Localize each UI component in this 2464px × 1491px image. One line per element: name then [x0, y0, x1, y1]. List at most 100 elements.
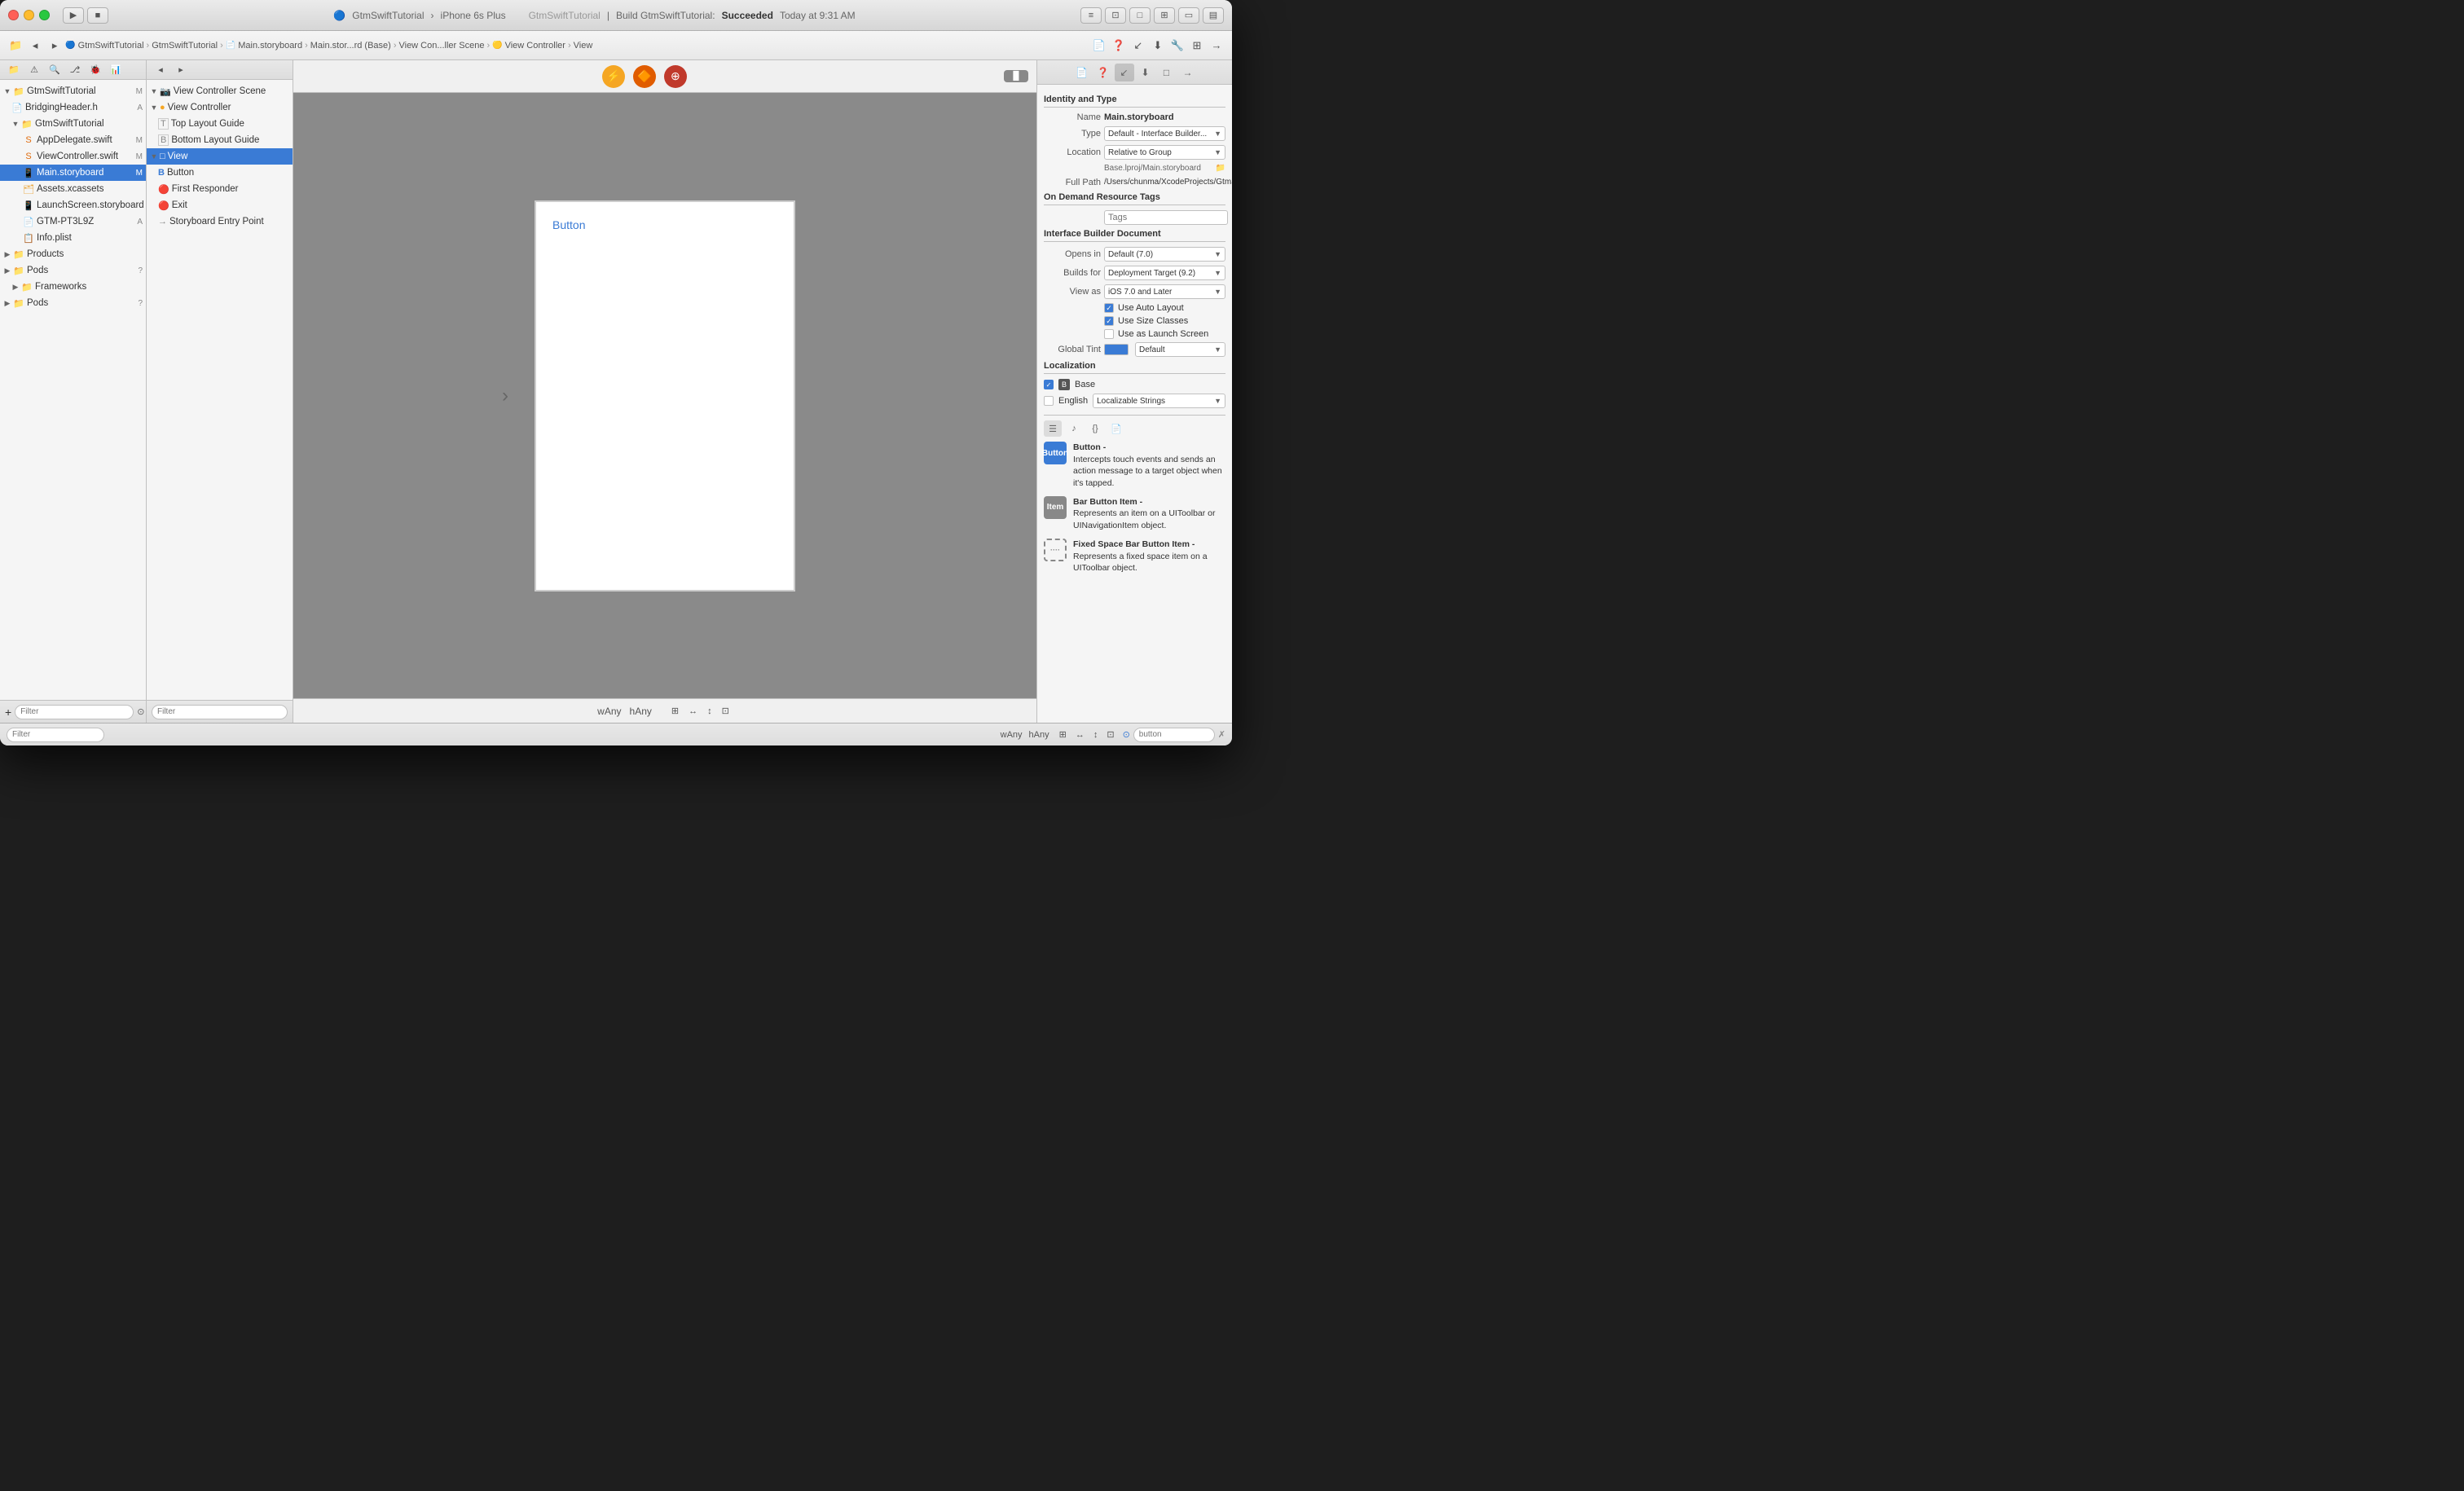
size-btn-4[interactable]: ⊡	[719, 704, 733, 718]
size-toggle-2[interactable]: ↔	[1072, 728, 1088, 741]
tab-identity[interactable]: ↙	[1115, 64, 1134, 81]
inspector-share-btn[interactable]: ↙	[1129, 36, 1147, 55]
bc-item-5[interactable]: View Con...ller Scene	[398, 41, 484, 51]
scene-item-vc[interactable]: ▼ ● View Controller	[147, 99, 293, 116]
auto-layout-checkbox[interactable]: ✓	[1104, 303, 1114, 313]
tab-size[interactable]: □	[1157, 64, 1177, 81]
list-item[interactable]: S ViewController.swift M	[0, 148, 146, 165]
size-btn-1[interactable]: ⊞	[668, 704, 682, 718]
close-button[interactable]	[8, 10, 19, 20]
opens-in-select[interactable]: Default (7.0) ▼	[1104, 247, 1225, 262]
debug-toggle[interactable]: ⊡	[1105, 7, 1126, 24]
file-filter-input[interactable]	[15, 705, 134, 719]
outline-back[interactable]: ◂	[152, 60, 169, 80]
location-select[interactable]: Relative to Group ▼	[1104, 145, 1225, 160]
scene-item-entry[interactable]: → Storyboard Entry Point	[147, 213, 293, 230]
search-clear-icon[interactable]: ✗	[1218, 729, 1225, 740]
outline-forward[interactable]: ▸	[172, 60, 190, 80]
run-button[interactable]: ▶	[63, 7, 84, 24]
builds-for-select[interactable]: Deployment Target (9.2) ▼	[1104, 266, 1225, 280]
nav-icon-report[interactable]: 📊	[107, 60, 125, 80]
list-item[interactable]: ▶ 📁 Pods ?	[0, 295, 146, 311]
launch-screen-checkbox[interactable]	[1104, 329, 1114, 339]
tags-input[interactable]	[1104, 210, 1228, 225]
bc-item-7[interactable]: View	[574, 41, 593, 51]
tab-media[interactable]: ♪	[1065, 420, 1083, 437]
list-item[interactable]: ▶ 📁 Frameworks	[0, 279, 146, 295]
list-item[interactable]: 📄 BridgingHeader.h A	[0, 99, 146, 116]
scene-item-exit[interactable]: 🔴 Exit	[147, 197, 293, 213]
bc-item-3[interactable]: Main.storyboard	[238, 41, 302, 51]
device-name[interactable]: iPhone 6s Plus	[441, 10, 506, 21]
scene-item-view[interactable]: ▼ □ View	[147, 148, 293, 165]
error-icon-btn[interactable]: ⊕	[664, 65, 687, 88]
list-item[interactable]: S AppDelegate.swift M	[0, 132, 146, 148]
canvas-button[interactable]: Button	[552, 218, 585, 231]
bc-item-6[interactable]: View Controller	[505, 41, 565, 51]
tab-connections[interactable]: →	[1178, 64, 1198, 81]
warning-icon-btn[interactable]: ⚡	[602, 65, 625, 88]
scene-item-top-layout[interactable]: T Top Layout Guide	[147, 116, 293, 132]
maximize-button[interactable]	[39, 10, 50, 20]
list-item[interactable]: 🗂 Assets.xcassets	[0, 181, 146, 197]
tab-file[interactable]: 📄	[1072, 64, 1092, 81]
folder-icon[interactable]: 📁	[7, 36, 24, 55]
nav-icon-search[interactable]: 🔍	[46, 60, 64, 80]
tab-obj[interactable]: ☰	[1044, 420, 1062, 437]
list-item[interactable]: ▼ 📁 GtmSwiftTutorial M	[0, 83, 146, 99]
base-checkbox[interactable]: ✓	[1044, 380, 1054, 389]
tab-attributes[interactable]: ⬇	[1136, 64, 1155, 81]
size-btn-3[interactable]: ↕	[704, 704, 715, 718]
size-toggle-1[interactable]: ⊞	[1056, 728, 1070, 741]
settings-icon-btn[interactable]: 🔶	[633, 65, 656, 88]
search-bottom-input[interactable]	[1133, 728, 1215, 742]
list-item[interactable]: ▶ 📁 Pods ?	[0, 262, 146, 279]
tab-files[interactable]: 📄	[1107, 420, 1125, 437]
view-as-select[interactable]: iOS 7.0 and Later ▼	[1104, 284, 1225, 299]
size-toggle-4[interactable]: ⊡	[1103, 728, 1117, 741]
layout-btn3[interactable]: ▤	[1203, 7, 1224, 24]
tab-snippets[interactable]: {}	[1086, 420, 1104, 437]
bc-item-2[interactable]: GtmSwiftTutorial	[152, 41, 218, 51]
size-classes-checkbox[interactable]: ✓	[1104, 316, 1114, 326]
inspector-identity-btn[interactable]: ⬇	[1149, 36, 1167, 55]
english-select[interactable]: Localizable Strings ▼	[1093, 394, 1225, 408]
size-toggle-3[interactable]: ↕	[1090, 728, 1102, 741]
scene-item-button[interactable]: B Button	[147, 165, 293, 181]
bc-item-1[interactable]: GtmSwiftTutorial	[78, 41, 144, 51]
list-item[interactable]: ▶ 📁 Products	[0, 246, 146, 262]
ios-screen[interactable]: Button	[535, 200, 795, 592]
list-item[interactable]: 📱 LaunchScreen.storyboard	[0, 197, 146, 213]
size-btn-2[interactable]: ↔	[685, 704, 701, 718]
scene-item-vc-scene[interactable]: ▼ 📷 View Controller Scene	[147, 83, 293, 99]
stop-button[interactable]: ■	[87, 7, 108, 24]
layout-btn2[interactable]: ▭	[1178, 7, 1199, 24]
inspector-quick-btn[interactable]: ❓	[1110, 36, 1128, 55]
inspector-connect-btn[interactable]: →	[1208, 36, 1225, 55]
list-item[interactable]: 📱 Main.storyboard M	[0, 165, 146, 181]
scene-item-bottom-layout[interactable]: B Bottom Layout Guide	[147, 132, 293, 148]
tint-swatch[interactable]	[1104, 344, 1129, 355]
list-item[interactable]: 📋 Info.plist	[0, 230, 146, 246]
tint-select[interactable]: Default ▼	[1135, 342, 1225, 357]
nav-icon-scm[interactable]: ⎇	[66, 60, 84, 80]
relative-path-btn[interactable]: 📁	[1216, 164, 1225, 173]
nav-icon-warning[interactable]: ⚠	[25, 60, 43, 80]
english-checkbox[interactable]	[1044, 396, 1054, 406]
tab-quick[interactable]: ❓	[1093, 64, 1113, 81]
bc-item-4[interactable]: Main.stor...rd (Base)	[310, 41, 391, 51]
minimize-button[interactable]	[24, 10, 34, 20]
list-item[interactable]: 📄 GTM-PT3L9Z A	[0, 213, 146, 230]
inspector-toggle[interactable]: □	[1129, 7, 1151, 24]
scene-filter-input[interactable]	[152, 705, 288, 719]
canvas-content[interactable]: › Button	[293, 93, 1036, 698]
nav-icon-debug[interactable]: 🐞	[86, 60, 104, 80]
list-item[interactable]: ▼ 📁 GtmSwiftTutorial	[0, 116, 146, 132]
filter-options-btn[interactable]: ⊙	[137, 706, 144, 717]
nav-forward[interactable]: ▸	[46, 36, 64, 55]
inspector-size-btn[interactable]: ⊞	[1188, 36, 1206, 55]
bottom-filter-input[interactable]	[7, 728, 104, 742]
type-select[interactable]: Default - Interface Builder... ▼	[1104, 126, 1225, 141]
navigator-toggle[interactable]: ≡	[1080, 7, 1102, 24]
layout-btn1[interactable]: ⊞	[1154, 7, 1175, 24]
